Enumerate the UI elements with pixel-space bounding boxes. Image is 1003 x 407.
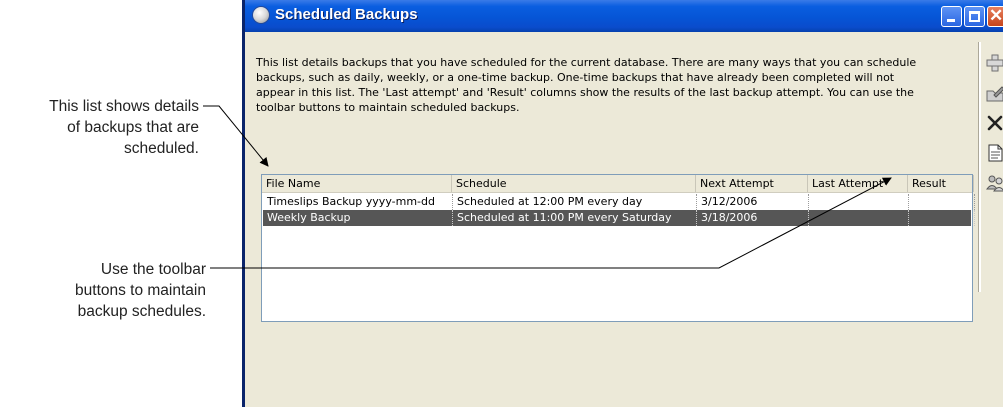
leader-line-list-details bbox=[203, 105, 269, 167]
leader-line-toolbar-buttons bbox=[210, 177, 892, 269]
callout-leader-lines bbox=[203, 105, 892, 269]
